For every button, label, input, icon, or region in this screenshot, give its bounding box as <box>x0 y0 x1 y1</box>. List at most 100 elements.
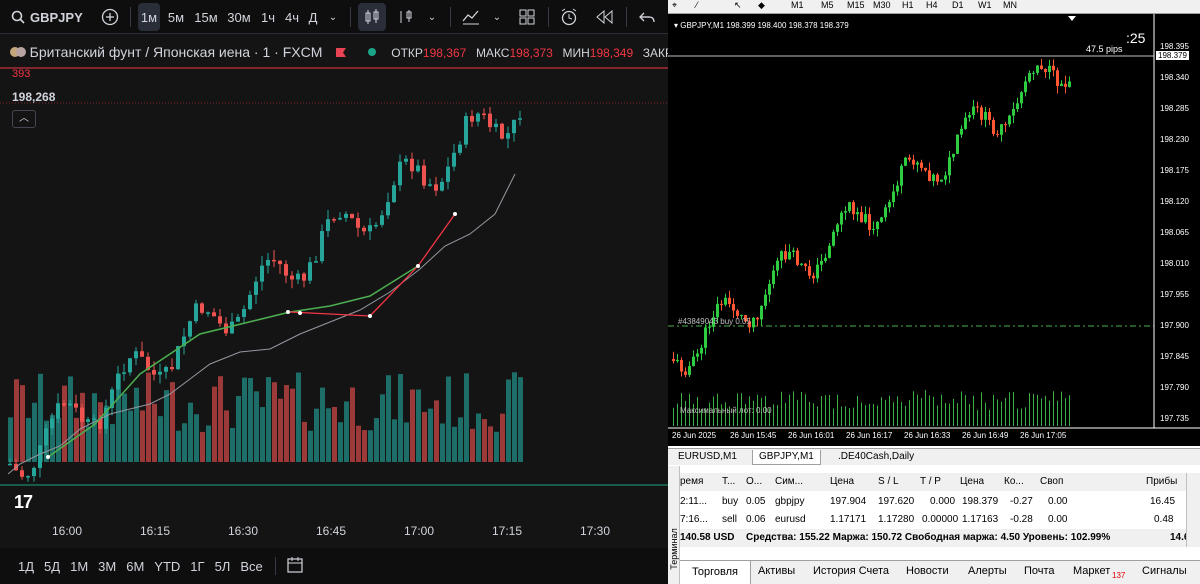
candle-body <box>740 315 743 317</box>
col-price-current[interactable]: Цена <box>960 476 984 487</box>
col-type[interactable]: Т... <box>722 476 735 487</box>
tab-assets[interactable]: Активы <box>758 565 795 577</box>
candle-body <box>404 158 408 162</box>
col-swap[interactable]: Своп <box>1040 476 1063 487</box>
tf-m1[interactable]: M1 <box>791 0 804 10</box>
candle-body <box>170 367 174 370</box>
bars-type-icon[interactable] <box>395 0 415 34</box>
range-5y[interactable]: 5Л <box>215 559 231 574</box>
candle-body <box>752 317 755 328</box>
volume-bar <box>266 377 271 462</box>
col-time[interactable]: ремя <box>680 476 703 487</box>
tab-signals[interactable]: Сигналы <box>1142 565 1187 577</box>
candle-body <box>260 265 264 282</box>
col-sl[interactable]: S / L <box>878 476 899 487</box>
tab-alerts[interactable]: Алерты <box>968 565 1007 577</box>
col-tp[interactable]: T / P <box>920 476 941 487</box>
candle-body <box>736 310 739 316</box>
tab-history[interactable]: История Счета <box>813 565 889 577</box>
volume-bar <box>446 376 451 462</box>
range-3m[interactable]: 3М <box>98 559 116 574</box>
candle-body <box>804 263 807 267</box>
layout-grid-icon[interactable] <box>516 0 538 34</box>
candle-body <box>728 297 731 305</box>
terminal-side-label: Терминал <box>669 528 679 570</box>
col-price[interactable]: Цена <box>830 476 854 487</box>
tf-m30[interactable]: M30 <box>873 0 891 10</box>
tab-mail[interactable]: Почта <box>1024 565 1055 577</box>
table-row[interactable]: 2:11... buy 0.05 gbpjpy 197.904 197.620 … <box>680 493 1200 511</box>
candle-body <box>254 281 258 295</box>
goto-date-icon[interactable] <box>286 556 304 577</box>
pointer-icon[interactable]: ↖ <box>734 0 742 11</box>
candle-body <box>482 113 486 116</box>
chart-tab-eurusd[interactable]: EURUSD,M1 <box>672 450 743 465</box>
tf-5m[interactable]: 5м <box>165 0 187 34</box>
tab-news[interactable]: Новости <box>906 565 949 577</box>
volume-bar <box>260 407 265 462</box>
crosshair-icon[interactable]: ⌖ <box>672 0 677 11</box>
col-commission[interactable]: Ко... <box>1004 476 1024 487</box>
tf-15m[interactable]: 15м <box>193 0 219 34</box>
chart-type-chevron-icon[interactable]: ⌄ <box>425 0 439 34</box>
cell: gbpjpy <box>775 496 805 507</box>
tab-trade[interactable]: Торговля <box>680 561 751 584</box>
range-1d[interactable]: 1Д <box>18 559 34 574</box>
objects-icon[interactable]: ◆ <box>758 0 765 11</box>
tv-chart-area[interactable]: 393 198,268 ︿ 17 16:00 16:15 16:30 16:45… <box>0 34 668 551</box>
range-5d[interactable]: 5Д <box>44 559 60 574</box>
tf-mn[interactable]: MN <box>1003 0 1017 10</box>
tf-w1[interactable]: W1 <box>978 0 992 10</box>
range-all[interactable]: Все <box>240 559 262 574</box>
candle-body <box>792 250 795 252</box>
tf-30m[interactable]: 30м <box>225 0 253 34</box>
collapse-legend-button[interactable]: ︿ <box>12 110 36 128</box>
col-profit[interactable]: Прибы <box>1146 476 1177 487</box>
volume-bar <box>344 401 349 462</box>
mt4-chart[interactable]: ▾ GBPJPY,M1 198.399 198.400 198.378 198.… <box>668 14 1200 446</box>
search-icon[interactable] <box>8 0 28 34</box>
tf-h1[interactable]: H1 <box>902 0 914 10</box>
col-symbol[interactable]: Сим... <box>775 476 803 487</box>
undo-icon[interactable] <box>636 0 658 34</box>
range-1m[interactable]: 1М <box>70 559 88 574</box>
tf-4h[interactable]: 4ч <box>282 0 302 34</box>
line-tool-icon[interactable]: ⁄ <box>696 0 698 10</box>
terminal-scrollbar[interactable] <box>1186 473 1200 547</box>
tf-day[interactable]: Д <box>305 0 321 34</box>
candle-body <box>824 257 827 261</box>
tf-1m[interactable]: 1м <box>138 3 160 31</box>
alert-clock-icon[interactable] <box>558 0 580 34</box>
terminal-header: ремя Т... О... Сим... Цена S / L T / P Ц… <box>680 473 1200 491</box>
indicators-icon[interactable] <box>460 0 482 34</box>
time-tick: 26 Jun 16:01 <box>788 431 835 440</box>
candle-body <box>868 214 871 230</box>
range-6m[interactable]: 6М <box>126 559 144 574</box>
candle-body <box>1020 92 1023 104</box>
chart-tab-de40[interactable]: .DE40Cash,Daily <box>832 450 920 465</box>
tf-more-chevron-icon[interactable]: ⌄ <box>326 0 340 34</box>
tf-1h[interactable]: 1ч <box>258 0 278 34</box>
indicators-chevron-icon[interactable]: ⌄ <box>490 0 504 34</box>
candle-body <box>386 202 390 216</box>
candle-body <box>724 297 727 305</box>
range-1y[interactable]: 1Г <box>190 559 204 574</box>
symbol-search[interactable]: GBPJPY <box>30 0 83 34</box>
tf-h4[interactable]: H4 <box>926 0 938 10</box>
tf-m15[interactable]: M15 <box>847 0 865 10</box>
add-symbol-icon[interactable] <box>98 0 122 34</box>
tab-market[interactable]: Маркет <box>1073 565 1110 577</box>
candles-icon[interactable] <box>358 3 386 31</box>
col-volume[interactable]: О... <box>746 476 762 487</box>
table-row[interactable]: 7:16... sell 0.06 eurusd 1.17171 1.17280… <box>680 511 1200 529</box>
volume-bar <box>428 408 433 462</box>
candle-body <box>380 215 384 225</box>
candle-body <box>1064 83 1067 87</box>
tf-m5[interactable]: M5 <box>821 0 834 10</box>
replay-icon[interactable] <box>594 0 616 34</box>
chart-tab-gbpjpy[interactable]: GBPJPY,M1 <box>752 450 821 465</box>
volume-bar <box>482 419 487 462</box>
tf-d1[interactable]: D1 <box>952 0 964 10</box>
candle-body <box>836 224 839 232</box>
range-ytd[interactable]: YTD <box>154 559 180 574</box>
